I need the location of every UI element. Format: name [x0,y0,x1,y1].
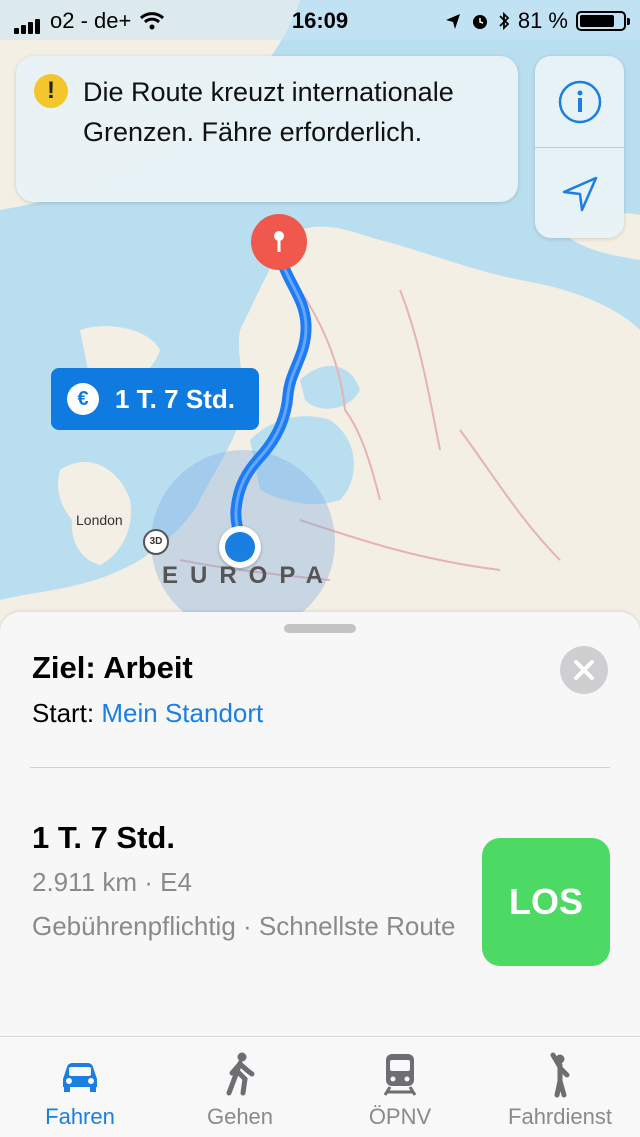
transport-mode-tabbar: Fahren Gehen ÖPNV Fahrdienst [0,1036,640,1137]
battery-percent: 81 % [517,8,568,33]
train-icon [383,1054,417,1096]
tab-fahren[interactable]: Fahren [0,1037,160,1137]
hail-icon [550,1052,570,1098]
3d-badge-icon[interactable]: 3D [143,529,169,555]
route-warning-message: Die Route kreuzt internationale Grenzen.… [83,77,454,147]
tab-label: Fahrdienst [508,1104,612,1129]
battery-icon [576,11,630,31]
map-region-label: EUROPA [162,562,335,589]
info-icon [558,80,601,123]
route-warning-banner: ! Die Route kreuzt internationale Grenze… [16,56,518,202]
route-duration-callout-label: 1 T. 7 Std. [115,383,235,414]
tab-label: Fahren [45,1104,115,1129]
destination-title: Ziel: Arbeit [32,650,193,685]
route-duration-callout[interactable]: € 1 T. 7 Std. [51,368,259,430]
warning-icon: ! [34,74,68,108]
bluetooth-icon [499,11,510,31]
route-details: Gebührenpflichtig · Schnellste Route [32,911,456,941]
start-line: Start: Mein Standort [32,698,263,729]
destination-pin-icon[interactable] [248,214,310,276]
status-bar: o2 - de+ 16:09 81 % [0,0,640,40]
tab-oepnv[interactable]: ÖPNV [320,1037,480,1137]
close-button[interactable] [560,646,608,694]
map-place-label: London [76,512,123,528]
tab-fahrdienst[interactable]: Fahrdienst [480,1037,640,1137]
go-button[interactable]: LOS [482,838,610,966]
directions-sheet: Ziel: Arbeit Start: Mein Standort 1 T. 7… [0,612,640,1036]
euro-icon: € [67,383,99,415]
tab-label: Gehen [206,1104,274,1129]
route-duration: 1 T. 7 Std. [32,820,175,855]
close-icon [574,660,594,680]
tab-label: ÖPNV [368,1104,432,1129]
tab-gehen[interactable]: Gehen [160,1037,320,1137]
location-arrow-icon [445,14,460,29]
car-icon [63,1063,97,1092]
map-controls [535,56,624,238]
location-arrow-icon [562,176,597,211]
alarm-icon [472,15,487,29]
route-distance: 2.911 km · E4 [32,867,192,897]
sheet-grabber[interactable] [284,624,356,633]
info-button[interactable] [535,56,624,147]
walking-icon [226,1052,255,1096]
track-location-button[interactable] [535,148,624,239]
start-prefix: Start: [32,698,95,728]
sheet-divider [30,767,610,768]
start-location-link[interactable]: Mein Standort [101,698,263,728]
